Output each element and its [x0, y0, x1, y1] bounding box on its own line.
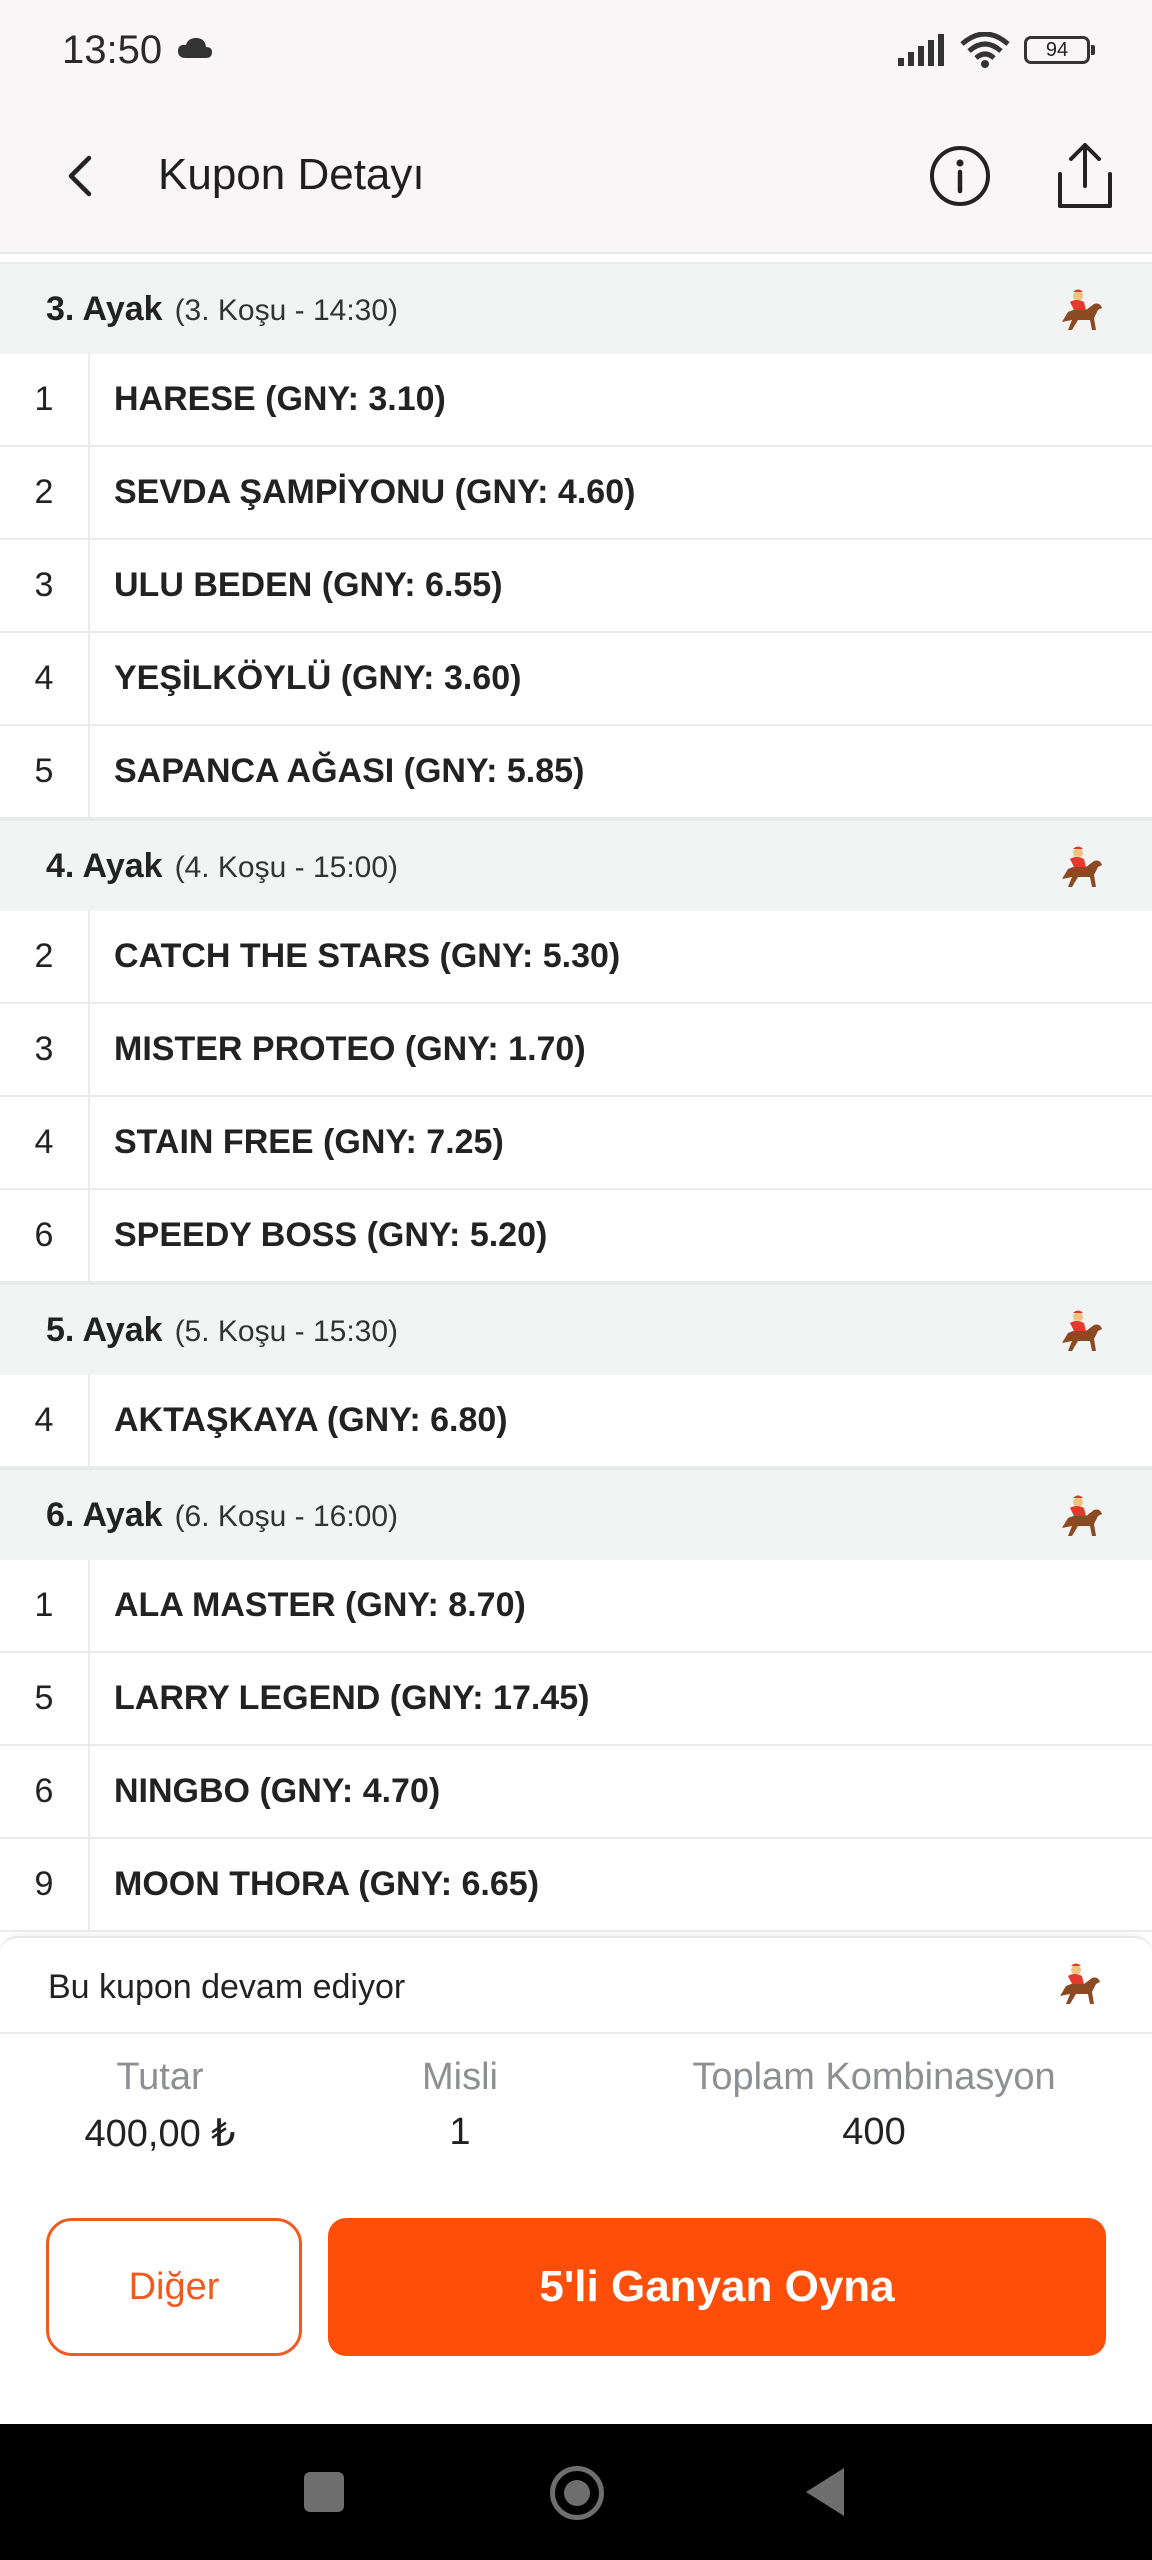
multiplier-value: 1 [449, 2111, 471, 2153]
runner-name: MOON THORA (GNY: 6.65) [114, 1865, 540, 1903]
leg-header: 6. Ayak (6. Koşu - 16:00) [0, 1468, 1152, 1560]
play-button[interactable]: 5'li Ganyan Oyna [328, 2218, 1106, 2356]
runner-row: 6 SPEEDY BOSS (GNY: 5.20) [0, 1190, 1152, 1283]
leg-5: 5. Ayak (5. Koşu - 15:30) 4 AKTAŞKAYA (GNY… [0, 1283, 1152, 1468]
runner-number: 4 [0, 1097, 90, 1188]
runner-name: MISTER PROTEO (GNY: 1.70) [114, 1030, 586, 1068]
leg-subtitle: (5. Koşu - 15:30) [174, 1315, 399, 1348]
bottom-panel: Tutar 400,00 ₺ Misli 1 Toplam Kombinasyo… [0, 2032, 1152, 2426]
amount-value: 400,00 ₺ [84, 2113, 236, 2155]
runner-row: 4 AKTAŞKAYA (GNY: 6.80) [0, 1375, 1152, 1468]
leg-title: 4. Ayak [46, 847, 163, 885]
leg-6: 6. Ayak (6. Koşu - 16:00) 1 ALA MASTER (GN… [0, 1468, 1152, 1932]
leg-subtitle: (4. Koşu - 15:00) [174, 851, 399, 884]
runner-number: 4 [0, 1375, 90, 1466]
back-button[interactable] [50, 146, 110, 206]
combination-value: 400 [842, 2111, 906, 2153]
runner-row: 2 CATCH THE STARS (GNY: 5.30) [0, 911, 1152, 1004]
leg-3: 3. Ayak (3. Koşu - 14:30) 1 HARESE (GNY: 3… [0, 262, 1152, 819]
leg-header: 5. Ayak (5. Koşu - 15:30) [0, 1283, 1152, 1375]
runner-name: SPEEDY BOSS (GNY: 5.20) [114, 1216, 548, 1254]
runner-number: 4 [0, 633, 90, 724]
horse-racing-icon [1056, 1490, 1108, 1542]
horse-racing-icon [1056, 284, 1108, 336]
back-triangle-icon[interactable] [806, 2468, 844, 2516]
battery-level: 94 [1045, 38, 1069, 61]
horse-racing-icon [1056, 841, 1108, 893]
runner-row: 3 ULU BEDEN (GNY: 6.55) [0, 540, 1152, 633]
multiplier-stat: Misli 1 [390, 2056, 530, 2154]
runner-number: 3 [0, 1004, 90, 1095]
share-icon[interactable] [1052, 140, 1118, 212]
runner-name: HARESE (GNY: 3.10) [114, 380, 446, 418]
recents-icon[interactable] [304, 2472, 344, 2512]
coupon-status: Bu kupon devam ediyor [0, 1936, 1152, 2034]
runner-name: ULU BEDEN (GNY: 6.55) [114, 566, 503, 604]
amount-label: Tutar [116, 2056, 204, 2098]
runner-row: 1 ALA MASTER (GNY: 8.70) [0, 1560, 1152, 1653]
runner-name: SEVDA ŞAMPİYONU (GNY: 4.60) [114, 473, 636, 511]
status-bar: 13:50 94 [0, 0, 1152, 100]
runner-number: 6 [0, 1746, 90, 1837]
runner-row: 1 HARESE (GNY: 3.10) [0, 354, 1152, 447]
leg-subtitle: (6. Koşu - 16:00) [174, 1500, 399, 1533]
leg-header: 3. Ayak (3. Koşu - 14:30) [0, 262, 1152, 354]
horse-racing-icon [1056, 1305, 1108, 1357]
runner-number: 1 [0, 354, 90, 445]
runner-row: 3 MISTER PROTEO (GNY: 1.70) [0, 1004, 1152, 1097]
leg-title: 5. Ayak [46, 1311, 163, 1349]
runner-name: CATCH THE STARS (GNY: 5.30) [114, 937, 621, 975]
runner-name: STAIN FREE (GNY: 7.25) [114, 1123, 504, 1161]
leg-subtitle: (3. Koşu - 14:30) [174, 294, 399, 327]
chevron-left-icon [68, 155, 92, 197]
runner-name: YEŞİLKÖYLÜ (GNY: 3.60) [114, 659, 522, 697]
runner-number: 1 [0, 1560, 90, 1651]
leg-title: 3. Ayak [46, 290, 163, 328]
combination-stat: Toplam Kombinasyon 400 [656, 2056, 1092, 2154]
battery-icon: 94 [1024, 36, 1095, 64]
wifi-icon [960, 32, 1010, 68]
coupon-legs: 3. Ayak (3. Koşu - 14:30) 1 HARESE (GNY: 3… [0, 262, 1152, 1932]
runner-number: 6 [0, 1190, 90, 1281]
combination-label: Toplam Kombinasyon [692, 2056, 1056, 2098]
info-icon[interactable] [928, 144, 992, 208]
runner-number: 2 [0, 447, 90, 538]
cloud-icon [178, 38, 212, 58]
runner-name: SAPANCA AĞASI (GNY: 5.85) [114, 752, 585, 790]
runner-name: NINGBO (GNY: 4.70) [114, 1772, 441, 1810]
runner-number: 9 [0, 1839, 90, 1930]
runner-number: 5 [0, 726, 90, 817]
horse-racing-icon [1054, 1958, 1106, 2010]
leg-title: 6. Ayak [46, 1496, 163, 1534]
runner-row: 2 SEVDA ŞAMPİYONU (GNY: 4.60) [0, 447, 1152, 540]
multiplier-label: Misli [422, 2056, 498, 2098]
runner-number: 3 [0, 540, 90, 631]
signal-icon [898, 34, 944, 66]
runner-row: 5 SAPANCA AĞASI (GNY: 5.85) [0, 726, 1152, 819]
other-button[interactable]: Diğer [46, 2218, 302, 2356]
runner-row: 9 MOON THORA (GNY: 6.65) [0, 1839, 1152, 1932]
coupon-status-text: Bu kupon devam ediyor [48, 1968, 406, 2006]
leg-header: 4. Ayak (4. Koşu - 15:00) [0, 819, 1152, 911]
status-time: 13:50 [62, 28, 163, 72]
runner-name: AKTAŞKAYA (GNY: 6.80) [114, 1401, 508, 1439]
runner-row: 4 STAIN FREE (GNY: 7.25) [0, 1097, 1152, 1190]
runner-row: 5 LARRY LEGEND (GNY: 17.45) [0, 1653, 1152, 1746]
runner-row: 6 NINGBO (GNY: 4.70) [0, 1746, 1152, 1839]
runner-row: 4 YEŞİLKÖYLÜ (GNY: 3.60) [0, 633, 1152, 726]
leg-4: 4. Ayak (4. Koşu - 15:00) 2 CATCH THE STAR… [0, 819, 1152, 1283]
system-nav-bar [0, 2424, 1152, 2560]
runner-number: 5 [0, 1653, 90, 1744]
home-icon[interactable] [550, 2466, 604, 2520]
app-bar: Kupon Detayı [0, 100, 1152, 254]
runner-name: LARRY LEGEND (GNY: 17.45) [114, 1679, 590, 1717]
page-title: Kupon Detayı [158, 150, 425, 199]
runner-number: 2 [0, 911, 90, 1002]
runner-name: ALA MASTER (GNY: 8.70) [114, 1586, 526, 1624]
amount-stat: Tutar 400,00 ₺ [62, 2056, 258, 2156]
